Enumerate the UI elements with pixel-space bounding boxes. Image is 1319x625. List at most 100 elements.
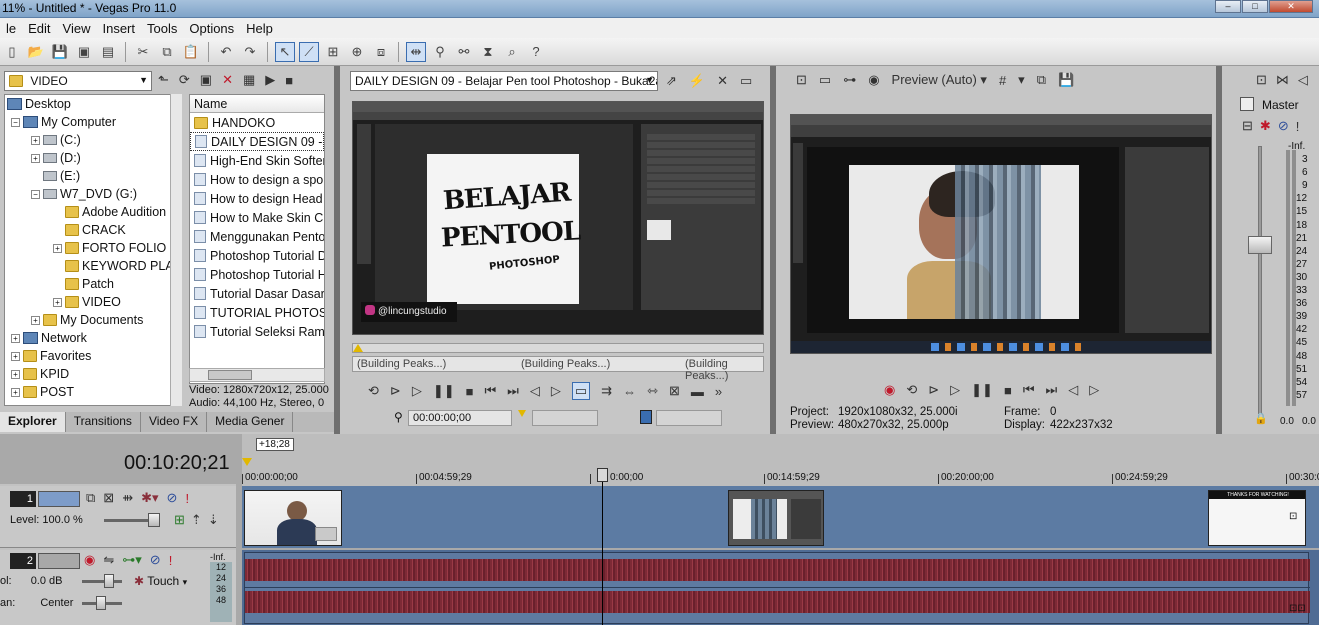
pause-icon[interactable]: ❚❚ bbox=[971, 382, 993, 398]
previous-frame-icon[interactable]: ◁ bbox=[1068, 382, 1078, 398]
parent-icon[interactable]: ⇡ bbox=[191, 512, 202, 528]
create-subclip-icon[interactable]: ⚡ bbox=[689, 73, 705, 89]
expand-icon[interactable]: + bbox=[31, 135, 40, 145]
collapse-icon[interactable]: − bbox=[31, 189, 40, 199]
tab-explorer[interactable]: Explorer bbox=[0, 412, 66, 432]
automation-mode[interactable]: ✱ Touch ▾ bbox=[134, 574, 187, 588]
loop-icon[interactable]: ⟲ bbox=[368, 383, 379, 399]
remove-media-icon[interactable]: ✕ bbox=[717, 73, 728, 89]
file-item[interactable]: Photoshop Tutorial D bbox=[190, 246, 324, 265]
overlays-grid-icon[interactable]: # bbox=[999, 73, 1006, 88]
previous-frame-icon[interactable]: ◁ bbox=[530, 383, 540, 399]
new-folder-icon[interactable]: ▣ bbox=[200, 72, 212, 88]
go-to-end-icon[interactable]: ⏭ bbox=[507, 383, 519, 399]
expand-icon[interactable]: + bbox=[11, 351, 20, 361]
menu-insert[interactable]: Insert bbox=[96, 21, 141, 36]
tree-item-drive-d[interactable]: + (D:) bbox=[31, 149, 81, 167]
external-monitor-icon[interactable]: ▭ bbox=[819, 72, 831, 88]
child-icon[interactable]: ⇣ bbox=[208, 512, 219, 528]
record-icon[interactable]: ◉ bbox=[884, 382, 895, 398]
motion-icon[interactable]: ⊠ bbox=[103, 490, 114, 506]
selection-length-field[interactable] bbox=[656, 410, 722, 426]
loop-icon[interactable]: ⟲ bbox=[906, 382, 917, 398]
play-icon[interactable]: ▷ bbox=[412, 383, 422, 399]
bypass-fx-icon[interactable]: ⊞ bbox=[174, 512, 185, 528]
downmix-icon[interactable]: ⋈ bbox=[1276, 72, 1289, 88]
file-list-scrollbar[interactable] bbox=[189, 368, 325, 382]
chevron-down-icon[interactable]: ▾ bbox=[1018, 72, 1025, 88]
timeline-ruler[interactable]: +18;28 00:00:00;00 00:04:59;29 0:00;00 0… bbox=[242, 434, 1319, 486]
selection-tool-icon[interactable]: ⊞ bbox=[323, 42, 343, 62]
pan-crop-icon[interactable]: ⌕ bbox=[502, 42, 522, 62]
video-clip-end-card[interactable]: THANKS FOR WATCHING! ⊡ bbox=[1208, 490, 1306, 546]
snapping-icon[interactable]: ⧈ bbox=[371, 42, 391, 62]
track-name-field[interactable] bbox=[38, 553, 80, 569]
explorer-location-dropdown[interactable]: VIDEO ▼ bbox=[4, 71, 152, 91]
trimmer-media-dropdown[interactable]: DAILY DESIGN 09 - Belajar Pen tool Photo… bbox=[350, 71, 658, 91]
volume-slider-handle[interactable] bbox=[104, 574, 114, 588]
column-header-name[interactable]: Name bbox=[190, 95, 324, 113]
dim-icon[interactable]: ◁ bbox=[1298, 72, 1308, 88]
mute-icon[interactable]: ⊘ bbox=[167, 490, 178, 506]
more-icon[interactable]: » bbox=[715, 384, 722, 399]
tree-item-video[interactable]: + VIDEO bbox=[53, 293, 121, 311]
track-fx-icon[interactable]: ⊶▾ bbox=[122, 552, 142, 568]
video-clip-tutorial[interactable] bbox=[728, 490, 824, 546]
trimmer-timeline[interactable] bbox=[352, 343, 764, 353]
tab-media-generators[interactable]: Media Gener bbox=[207, 412, 294, 432]
menu-file[interactable]: le bbox=[0, 21, 22, 36]
in-point-icon[interactable] bbox=[518, 410, 526, 417]
playback-cursor[interactable] bbox=[602, 470, 603, 625]
expand-icon[interactable]: + bbox=[53, 243, 62, 253]
tree-item-favorites[interactable]: + Favorites bbox=[11, 347, 91, 365]
insert-icon[interactable]: ⇉ bbox=[601, 383, 612, 399]
new-project-icon[interactable]: ▯ bbox=[2, 42, 22, 62]
mute-icon[interactable]: ⊘ bbox=[1278, 118, 1289, 134]
go-to-start-icon[interactable]: ⏮ bbox=[484, 383, 496, 399]
views-icon[interactable]: ▦ bbox=[243, 72, 255, 88]
file-item[interactable]: TUTORIAL PHOTOSH bbox=[190, 303, 324, 322]
go-to-end-icon[interactable]: ⏭ bbox=[1046, 382, 1058, 398]
cut-icon[interactable]: ✂ bbox=[133, 42, 153, 62]
tree-item-desktop[interactable]: Desktop bbox=[7, 95, 71, 113]
audio-clip[interactable]: ⊡⊡ bbox=[244, 552, 1310, 624]
open-icon[interactable]: 📂 bbox=[26, 42, 46, 62]
start-preview-icon[interactable]: ▶ bbox=[265, 72, 275, 88]
playhead-handle[interactable] bbox=[597, 468, 608, 482]
file-item[interactable]: How to design Head v bbox=[190, 189, 324, 208]
expand-icon[interactable]: + bbox=[31, 315, 40, 325]
file-item[interactable]: Photoshop Tutorial H bbox=[190, 265, 324, 284]
add-to-timeline-icon[interactable]: ⇿ bbox=[647, 383, 658, 399]
file-item[interactable]: HANDOKO bbox=[190, 113, 324, 132]
track-fx-icon[interactable]: ✱▾ bbox=[141, 490, 158, 506]
tree-item-network[interactable]: + Network bbox=[11, 329, 87, 347]
paste-icon[interactable]: 📋 bbox=[181, 42, 201, 62]
trimmer-timecode[interactable]: 00:00:00;00 bbox=[408, 410, 512, 426]
file-item[interactable]: Menggunakan Pentoo bbox=[190, 227, 324, 246]
tab-transitions[interactable]: Transitions bbox=[66, 412, 141, 432]
in-point-field[interactable] bbox=[532, 410, 598, 426]
level-slider-handle[interactable] bbox=[148, 513, 160, 527]
pause-icon[interactable]: ❚❚ bbox=[433, 383, 455, 399]
menu-view[interactable]: View bbox=[57, 21, 97, 36]
zoom-tool-icon[interactable]: ⊕ bbox=[347, 42, 367, 62]
overwrite-icon[interactable]: ▭ bbox=[571, 382, 591, 400]
preview-properties-icon[interactable]: ⊡ bbox=[796, 72, 807, 88]
file-item-selected[interactable]: DAILY DESIGN 09 - Be bbox=[190, 132, 324, 151]
tree-item-my-documents[interactable]: + My Documents bbox=[31, 311, 143, 329]
file-item[interactable]: Tutorial Seleksi Ramb bbox=[190, 322, 324, 341]
tab-video-fx[interactable]: Video FX bbox=[141, 412, 208, 432]
tree-item-drive-e[interactable]: (E:) bbox=[43, 167, 80, 185]
next-frame-icon[interactable]: ▷ bbox=[1089, 382, 1099, 398]
file-item[interactable]: High-End Skin Soften bbox=[190, 151, 324, 170]
fit-to-fill-icon[interactable]: ⇔ bbox=[623, 384, 636, 399]
properties-icon[interactable]: ▤ bbox=[98, 42, 118, 62]
video-clip-presenter[interactable] bbox=[244, 490, 342, 546]
delete-icon[interactable]: ✕ bbox=[222, 72, 233, 88]
save-snapshot-icon[interactable]: 💾 bbox=[1058, 72, 1074, 88]
tree-item-kpid[interactable]: + KPID bbox=[11, 365, 69, 383]
go-to-start-icon[interactable]: ⏮ bbox=[1023, 382, 1035, 398]
video-only-icon[interactable]: ▬ bbox=[691, 384, 704, 399]
tree-item-crack[interactable]: CRACK bbox=[65, 221, 126, 239]
file-item[interactable]: Tutorial Dasar Dasar P bbox=[190, 284, 324, 303]
